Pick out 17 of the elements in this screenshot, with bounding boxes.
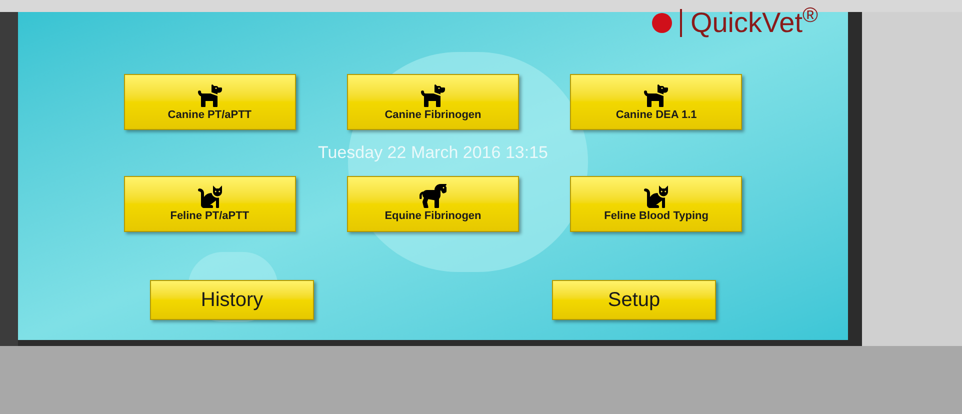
- date-time: Tuesday 22 March 2016 13:15: [318, 142, 548, 164]
- cat-icon: [642, 184, 670, 208]
- test-button[interactable]: Feline Blood Typing: [570, 176, 742, 232]
- test-button[interactable]: Canine PT/aPTT: [124, 74, 296, 130]
- dog-icon: [642, 82, 670, 106]
- test-button[interactable]: Canine DEA 1.1: [570, 74, 742, 130]
- dog-icon: [196, 82, 224, 106]
- menu-button[interactable]: Setup: [552, 280, 716, 320]
- cat-icon: [196, 184, 224, 208]
- brand-logo: QuickVet$^{®}$: [680, 9, 818, 37]
- dog-icon: [418, 82, 447, 106]
- logo-drop-icon: [652, 13, 672, 33]
- horse-icon: [418, 184, 447, 208]
- menu-button[interactable]: History: [150, 280, 314, 320]
- test-button[interactable]: Feline PT/aPTT: [124, 176, 296, 232]
- test-button[interactable]: Canine Fibrinogen: [346, 74, 519, 130]
- test-button[interactable]: Equine Fibrinogen: [346, 176, 519, 232]
